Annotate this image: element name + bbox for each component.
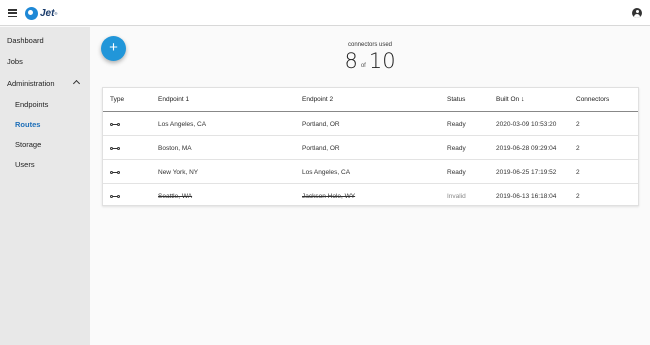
cell-status: Ready bbox=[447, 121, 466, 128]
cell-endpoint1: Seattle, WA bbox=[158, 193, 193, 200]
cell-built-on: 2020-03-09 10:53:20 bbox=[496, 121, 557, 128]
cell-endpoint1: Boston, MA bbox=[158, 145, 192, 152]
column-header-built-on[interactable]: Built On bbox=[496, 96, 519, 103]
connectors-usage: 8 of 10 bbox=[320, 49, 420, 73]
column-header-type[interactable]: Type bbox=[110, 96, 124, 103]
connectors-used-count: 8 bbox=[344, 49, 358, 73]
sidebar-item-routes[interactable]: Routes bbox=[15, 120, 40, 129]
sidebar-item-storage[interactable]: Storage bbox=[15, 140, 41, 149]
logo-mark-icon bbox=[25, 6, 38, 20]
cell-endpoint2: Portland, OR bbox=[302, 145, 340, 152]
cell-status: Invalid bbox=[447, 193, 466, 200]
cell-connectors: 2 bbox=[576, 193, 580, 200]
routes-table: Type Endpoint 1 Endpoint 2 Status Built … bbox=[102, 87, 639, 206]
brand-registered-mark: ® bbox=[54, 10, 58, 16]
cell-connectors: 2 bbox=[576, 169, 580, 176]
connector-link-icon bbox=[110, 146, 121, 151]
cell-built-on: 2019-06-25 17:19:52 bbox=[496, 169, 557, 176]
column-header-connectors[interactable]: Connectors bbox=[576, 96, 609, 103]
column-header-endpoint2[interactable]: Endpoint 2 bbox=[302, 96, 333, 103]
table-row[interactable]: Boston, MA Portland, OR Ready 2019-06-28… bbox=[103, 136, 638, 160]
cell-endpoint2: Los Angeles, CA bbox=[302, 169, 351, 176]
cell-status: Ready bbox=[447, 145, 466, 152]
connector-link-icon bbox=[110, 122, 121, 127]
cell-endpoint2: Portland, OR bbox=[302, 121, 340, 128]
add-route-button[interactable]: + bbox=[101, 36, 126, 61]
hamburger-menu-icon[interactable] bbox=[8, 9, 17, 17]
app-logo[interactable]: Jet ® bbox=[25, 6, 57, 20]
sidebar-item-jobs[interactable]: Jobs bbox=[7, 57, 23, 66]
sidebar-item-administration[interactable]: Administration bbox=[7, 79, 55, 88]
sidebar-item-dashboard[interactable]: Dashboard bbox=[7, 36, 44, 45]
top-app-bar: Jet ® bbox=[0, 0, 650, 26]
column-header-endpoint1[interactable]: Endpoint 1 bbox=[158, 96, 189, 103]
brand-name: Jet bbox=[40, 7, 55, 19]
cell-connectors: 2 bbox=[576, 121, 580, 128]
sidebar: Dashboard Jobs Administration Endpoints … bbox=[0, 27, 90, 345]
cell-built-on: 2019-06-28 09:29:04 bbox=[496, 145, 557, 152]
cell-status: Ready bbox=[447, 169, 466, 176]
column-header-status[interactable]: Status bbox=[447, 96, 465, 103]
connector-link-icon bbox=[110, 194, 121, 199]
cell-endpoint1: Los Angeles, CA bbox=[158, 121, 207, 128]
cell-endpoint1: New York, NY bbox=[158, 169, 199, 176]
sidebar-item-users[interactable]: Users bbox=[15, 160, 35, 169]
sidebar-item-endpoints[interactable]: Endpoints bbox=[15, 100, 48, 109]
table-row[interactable]: Seattle, WA Jackson Hole, WY Invalid 201… bbox=[103, 184, 638, 208]
account-circle-icon[interactable] bbox=[632, 8, 642, 18]
connectors-total-count: 10 bbox=[368, 49, 396, 73]
arrow-down-icon[interactable]: ↓ bbox=[521, 96, 525, 103]
cell-built-on: 2019-06-13 16:18:04 bbox=[496, 193, 557, 200]
connector-link-icon bbox=[110, 170, 121, 175]
connectors-used-label: connectors used bbox=[347, 42, 393, 48]
cell-endpoint2: Jackson Hole, WY bbox=[302, 193, 356, 200]
cell-connectors: 2 bbox=[576, 145, 580, 152]
chevron-up-icon[interactable] bbox=[72, 79, 81, 88]
table-row[interactable]: New York, NY Los Angeles, CA Ready 2019-… bbox=[103, 160, 638, 184]
usage-of-label: of bbox=[360, 63, 366, 70]
table-row[interactable]: Los Angeles, CA Portland, OR Ready 2020-… bbox=[103, 112, 638, 136]
